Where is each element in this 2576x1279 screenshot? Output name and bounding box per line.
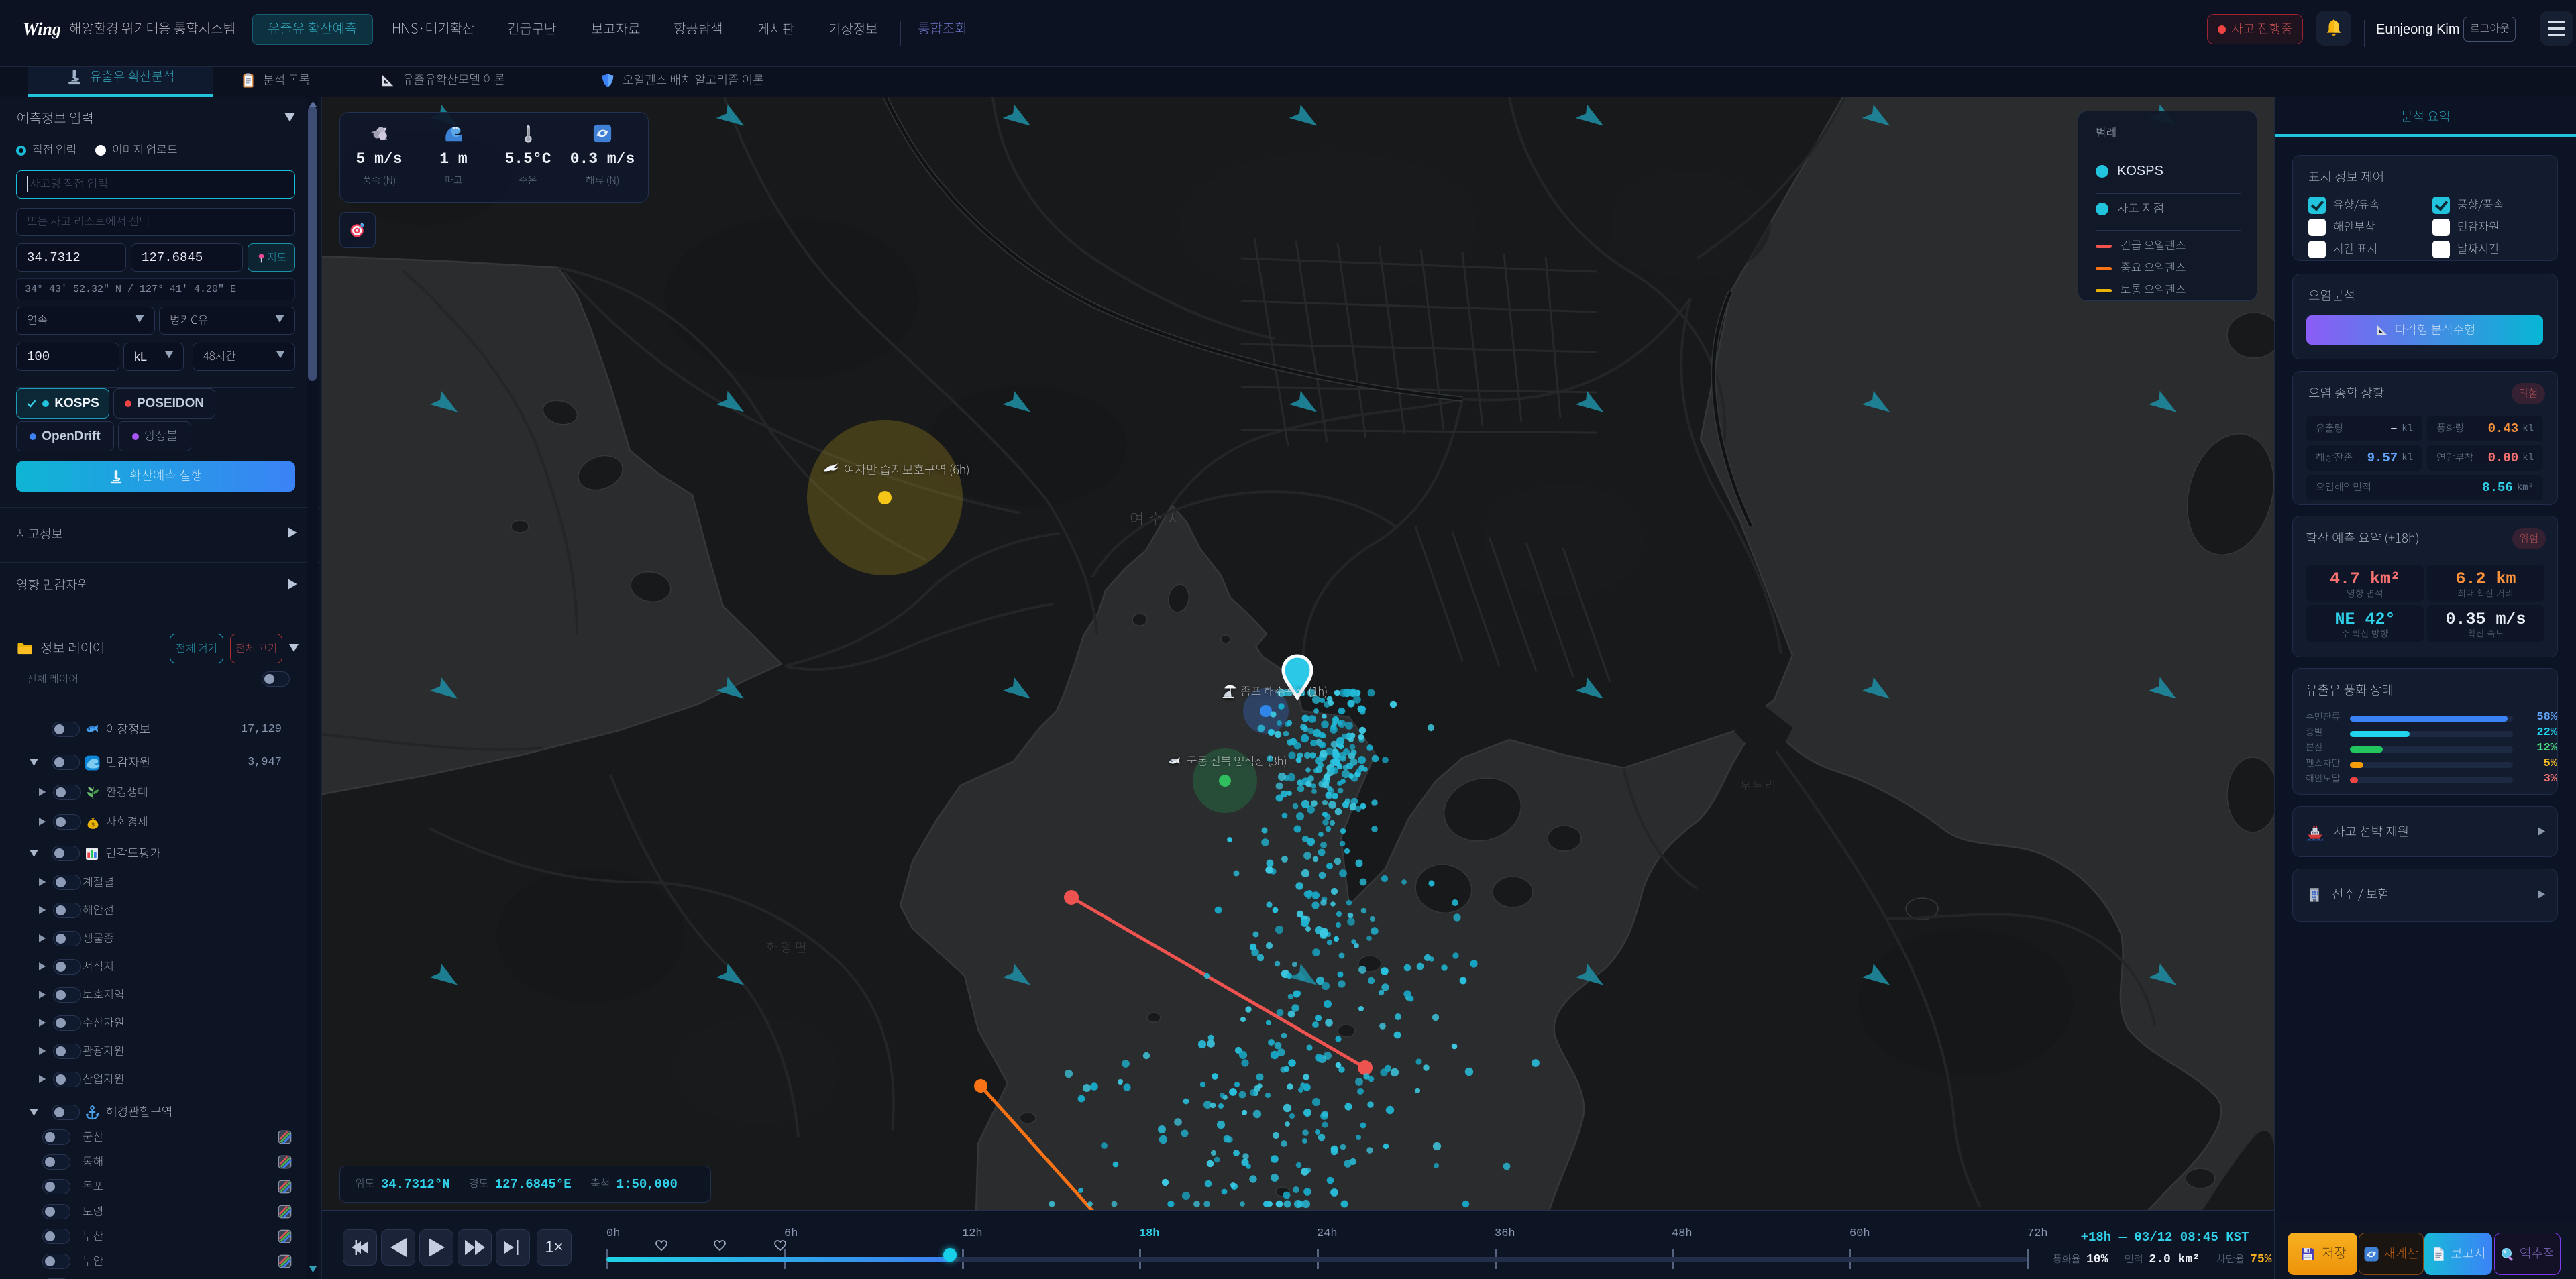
svg-text:$: $ (91, 821, 95, 828)
